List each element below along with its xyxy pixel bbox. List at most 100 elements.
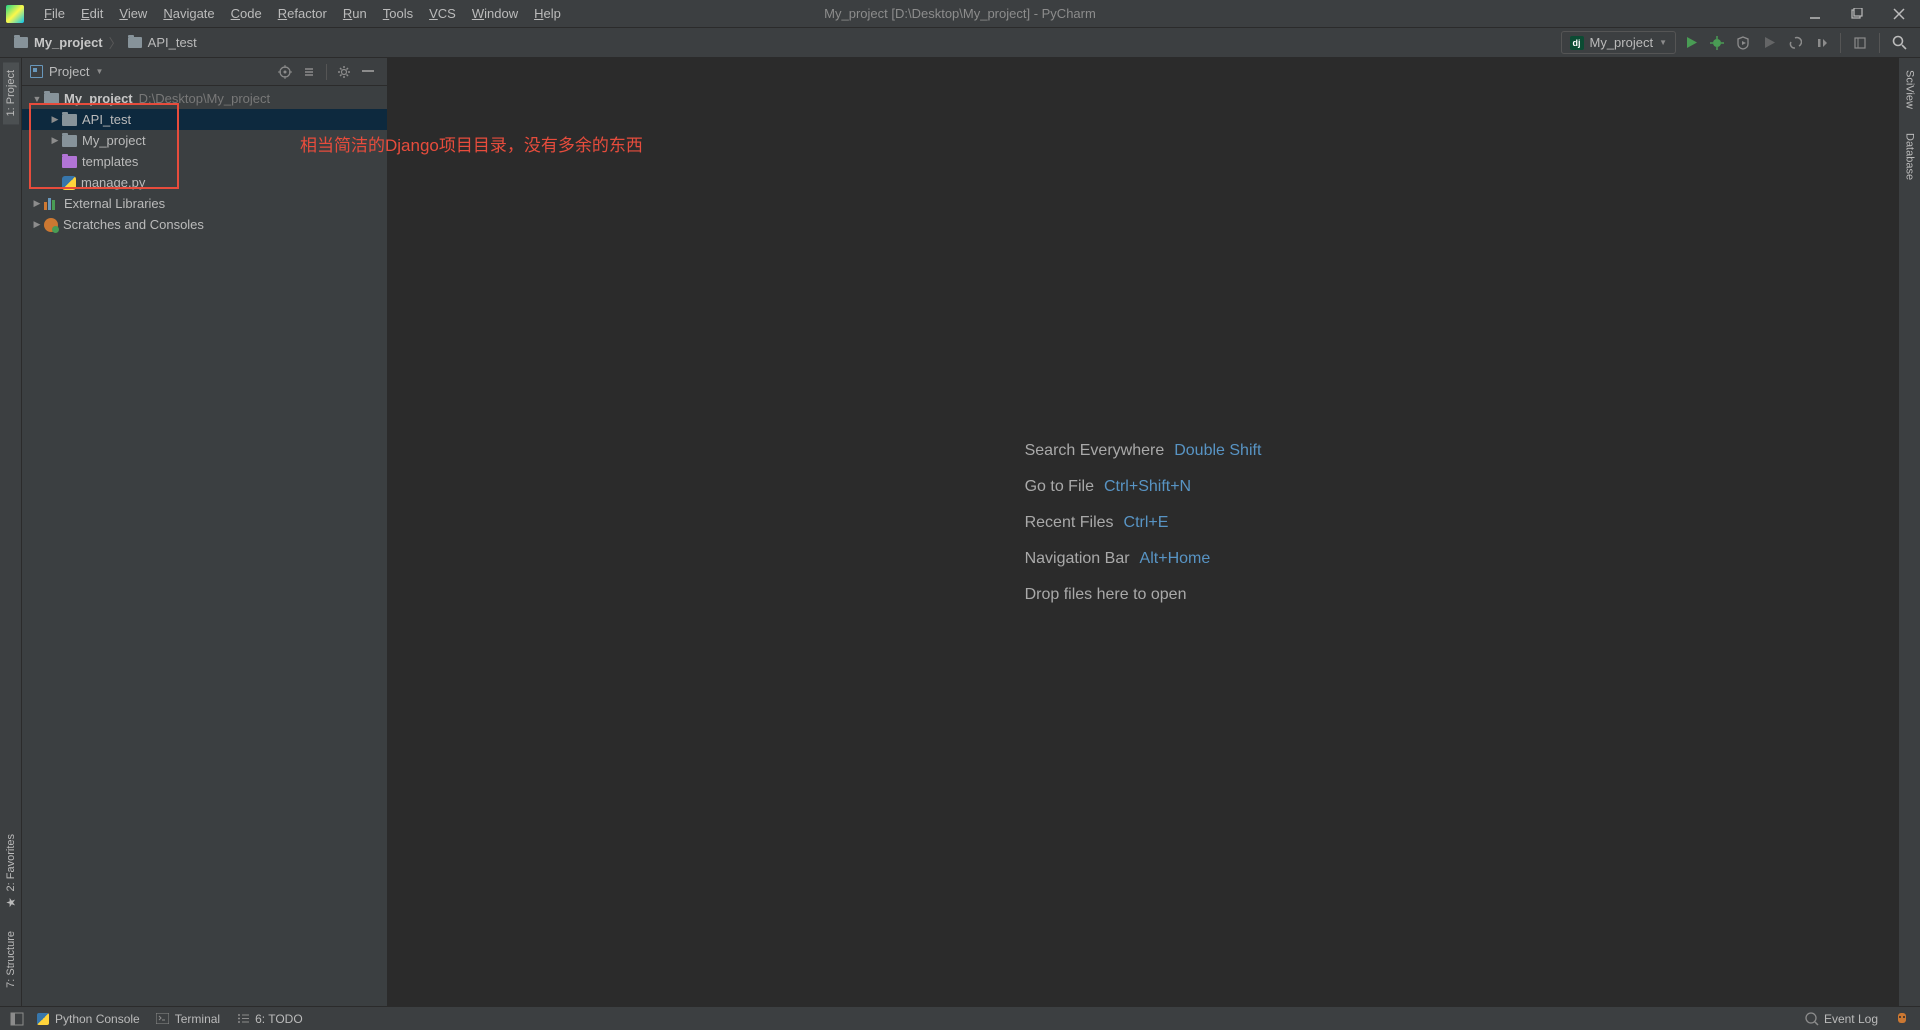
expand-all-icon[interactable] — [298, 61, 320, 83]
event-log-button[interactable]: Event Log — [1797, 1012, 1886, 1026]
close-button[interactable] — [1892, 7, 1906, 21]
tree-root[interactable]: ▼ My_project D:\Desktop\My_project — [22, 88, 387, 109]
menu-window[interactable]: Window — [464, 3, 526, 24]
show-tool-windows-button[interactable] — [10, 1012, 28, 1026]
python-console-label: Python Console — [55, 1012, 140, 1026]
run-button[interactable] — [1680, 32, 1702, 54]
kb-hint-key: Double Shift — [1174, 442, 1261, 460]
todo-button[interactable]: 6: TODO — [228, 1012, 311, 1026]
kb-hint-label: Navigation Bar — [1025, 550, 1130, 568]
python-console-button[interactable]: Python Console — [28, 1012, 148, 1026]
django-icon: dj — [1570, 36, 1584, 50]
search-button[interactable] — [1888, 32, 1910, 54]
toolbar-separator — [1840, 33, 1841, 53]
editor-area[interactable]: 相当简洁的Django项目目录，没有多余的东西 Search Everywher… — [388, 58, 1898, 1006]
attach-button[interactable] — [1784, 32, 1806, 54]
kb-hint-label: Recent Files — [1025, 514, 1114, 532]
menu-view[interactable]: View — [111, 3, 155, 24]
menu-file[interactable]: File — [36, 3, 73, 24]
gear-icon[interactable] — [333, 61, 355, 83]
tab-sciview-label: SciView — [1904, 70, 1916, 109]
project-icon — [30, 65, 43, 78]
nav-toolbar: My_project〉API_test dj My_project ▼ — [0, 28, 1920, 58]
left-tool-gutter: 1: Project ★ 2: Favorites 7: Structure — [0, 58, 22, 1006]
tab-structure[interactable]: 7: Structure — [3, 923, 19, 996]
external-libraries[interactable]: ▶ External Libraries — [22, 193, 387, 214]
debug-button[interactable] — [1706, 32, 1728, 54]
terminal-label: Terminal — [175, 1012, 220, 1026]
update-project-button[interactable] — [1849, 32, 1871, 54]
separator — [326, 64, 327, 80]
tab-project[interactable]: 1: Project — [3, 62, 19, 124]
hide-icon[interactable] — [357, 61, 379, 83]
run-config-label: My_project — [1590, 35, 1654, 50]
tab-favorites[interactable]: ★ 2: Favorites — [2, 826, 20, 917]
menu-vcs[interactable]: VCS — [421, 3, 464, 24]
expand-arrow-icon[interactable]: ▶ — [48, 135, 62, 146]
tab-database-label: Database — [1904, 133, 1916, 180]
minimize-button[interactable] — [1808, 7, 1822, 21]
python-icon — [36, 1012, 50, 1026]
project-panel-title: Project — [49, 64, 89, 79]
annotation-text: 相当简洁的Django项目目录，没有多余的东西 — [300, 131, 643, 156]
root-path: D:\Desktop\My_project — [139, 91, 271, 106]
kb-hint-row: Recent Files Ctrl+E — [1025, 514, 1262, 532]
scratches-consoles[interactable]: ▶ Scratches and Consoles — [22, 214, 387, 235]
project-panel-header: Project ▼ — [22, 58, 387, 86]
menu-help[interactable]: Help — [526, 3, 569, 24]
event-log-label: Event Log — [1824, 1012, 1878, 1026]
toolbar-separator — [1879, 33, 1880, 53]
menu-code[interactable]: Code — [223, 3, 270, 24]
stop-button[interactable] — [1810, 32, 1832, 54]
pycharm-icon — [6, 5, 24, 23]
menu-bar: FileEditViewNavigateCodeRefactorRunTools… — [0, 0, 1920, 28]
project-tool-window: Project ▼ ▼ My_project D:\Desktop\My_pro… — [22, 58, 388, 1006]
terminal-icon — [156, 1012, 170, 1026]
profile-button[interactable] — [1758, 32, 1780, 54]
hector-icon[interactable] — [1886, 1011, 1910, 1027]
folder-icon — [62, 156, 77, 168]
menu-tools[interactable]: Tools — [375, 3, 421, 24]
menu-refactor[interactable]: Refactor — [270, 3, 335, 24]
project-view-selector[interactable]: Project ▼ — [30, 64, 103, 79]
tree-item-api_test[interactable]: ▶ API_test — [22, 109, 387, 130]
todo-icon — [236, 1012, 250, 1026]
status-bar: Python Console Terminal 6: TODO Event Lo… — [0, 1006, 1920, 1030]
project-tree[interactable]: ▼ My_project D:\Desktop\My_project ▶ API_… — [22, 86, 387, 1006]
expand-arrow-icon[interactable]: ▶ — [30, 219, 44, 230]
expand-arrow-icon[interactable]: ▶ — [48, 114, 62, 125]
scratches-label: Scratches and Consoles — [63, 217, 204, 232]
scratches-icon — [44, 218, 58, 232]
library-icon — [44, 198, 59, 210]
expand-arrow-icon[interactable]: ▶ — [30, 198, 44, 209]
kb-hint-row: Go to FileCtrl+Shift+N — [1025, 478, 1262, 496]
kb-hint-key: Ctrl+E — [1124, 514, 1169, 532]
folder-icon — [14, 37, 28, 48]
folder-icon — [128, 37, 142, 48]
terminal-button[interactable]: Terminal — [148, 1012, 228, 1026]
chevron-down-icon: ▼ — [95, 67, 103, 76]
kb-hint-row: Navigation BarAlt+Home — [1025, 550, 1262, 568]
kb-hint-label: Drop files here to open — [1025, 586, 1187, 604]
menu-run[interactable]: Run — [335, 3, 375, 24]
tree-item-manage-py[interactable]: manage.py — [22, 172, 387, 193]
tab-structure-label: 7: Structure — [5, 931, 17, 988]
ext-libs-label: External Libraries — [64, 196, 165, 211]
tab-sciview[interactable]: SciView — [1902, 62, 1918, 117]
maximize-button[interactable] — [1850, 7, 1864, 21]
folder-icon — [62, 135, 77, 147]
run-coverage-button[interactable] — [1732, 32, 1754, 54]
star-icon: ★ — [4, 895, 18, 909]
menu-navigate[interactable]: Navigate — [155, 3, 222, 24]
expand-arrow-icon[interactable]: ▼ — [30, 94, 44, 104]
locate-icon[interactable] — [274, 61, 296, 83]
folder-icon — [62, 114, 77, 126]
breadcrumb-0[interactable]: My_project — [10, 33, 107, 52]
kb-hint-key: Ctrl+Shift+N — [1104, 478, 1191, 496]
tab-database[interactable]: Database — [1902, 125, 1918, 188]
run-config-selector[interactable]: dj My_project ▼ — [1561, 31, 1677, 54]
breadcrumb-1[interactable]: API_test — [124, 33, 201, 52]
menu-edit[interactable]: Edit — [73, 3, 111, 24]
tab-project-label: 1: Project — [5, 70, 17, 116]
tree-item-label: API_test — [82, 112, 131, 127]
